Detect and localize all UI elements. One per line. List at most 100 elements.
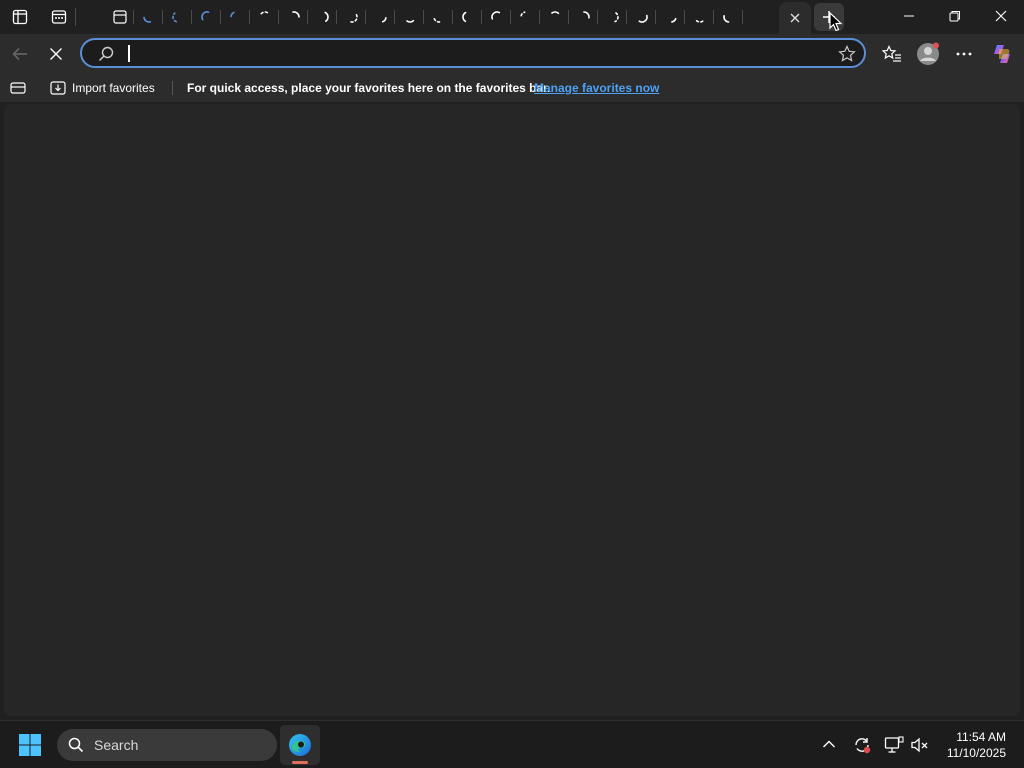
search-icon	[68, 737, 84, 753]
screen: Import favorites For quick access, place…	[0, 0, 1024, 768]
browser-tab[interactable]	[598, 3, 627, 31]
loading-spinner-icon	[461, 11, 466, 23]
address-input[interactable]	[126, 43, 830, 65]
loading-spinner-icon	[200, 11, 209, 21]
loading-spinner-icon	[323, 11, 329, 22]
close-icon	[50, 48, 62, 60]
favorites-button[interactable]	[876, 38, 908, 70]
speaker-muted-icon[interactable]	[910, 736, 930, 754]
browser-tab[interactable]	[163, 3, 192, 31]
browser-tab[interactable]	[424, 3, 453, 31]
tab-actions-icon	[12, 9, 28, 25]
minimize-icon	[904, 15, 914, 17]
browser-tab[interactable]	[453, 3, 482, 31]
browser-tab[interactable]	[511, 3, 540, 31]
windows-logo-icon	[19, 734, 41, 756]
browser-tab[interactable]	[134, 3, 163, 31]
loading-spinner-icon	[348, 13, 358, 23]
browser-tab[interactable]	[279, 3, 308, 31]
browser-tab[interactable]	[192, 3, 221, 31]
workspaces-icon	[51, 10, 67, 24]
minimize-button[interactable]	[886, 0, 932, 32]
system-clock[interactable]: 11:54 AM 11/10/2025	[947, 729, 1006, 761]
browser-tab[interactable]	[337, 3, 366, 31]
sync-icon[interactable]	[852, 735, 872, 755]
title-bar	[0, 0, 1024, 34]
workspaces-button[interactable]	[45, 4, 73, 30]
loading-spinner-icon	[637, 14, 648, 23]
mouse-cursor-icon	[829, 12, 843, 32]
search-icon	[98, 46, 114, 62]
profile-button[interactable]	[912, 38, 944, 70]
close-icon	[995, 10, 1007, 22]
text-caret	[128, 45, 130, 62]
tab-strip	[76, 0, 810, 34]
restore-button[interactable]	[932, 0, 978, 32]
browser-tab[interactable]	[366, 3, 395, 31]
browser-tab[interactable]	[540, 3, 569, 31]
browser-tab[interactable]	[656, 3, 685, 31]
loading-spinner-icon	[582, 11, 590, 19]
tab-actions-button[interactable]	[6, 4, 34, 30]
address-bar[interactable]	[80, 38, 866, 68]
loading-spinner-icon	[490, 11, 500, 20]
loading-spinner-icon	[405, 19, 414, 23]
loading-spinner-icon	[142, 16, 151, 23]
loading-spinner-icon	[381, 17, 387, 23]
more-icon	[956, 52, 972, 56]
loading-spinner-icon	[432, 15, 440, 23]
back-button[interactable]	[4, 38, 36, 70]
browser-tab[interactable]	[685, 3, 714, 31]
browser-tab[interactable]	[714, 3, 743, 31]
loading-spinner-icon	[291, 11, 300, 18]
active-tab[interactable]	[779, 2, 811, 34]
browser-tab[interactable]	[308, 3, 337, 31]
clock-time: 11:54 AM	[956, 730, 1006, 744]
running-indicator	[292, 761, 308, 764]
loading-spinner-icon	[229, 11, 235, 18]
network-icon[interactable]	[884, 736, 904, 754]
edge-browser-icon	[289, 734, 311, 756]
browser-tab[interactable]	[569, 3, 598, 31]
stop-loading-button[interactable]	[40, 38, 72, 70]
browser-tab[interactable]	[627, 3, 656, 31]
import-favorites-label: Import favorites	[72, 81, 155, 95]
loading-spinner-icon	[670, 17, 676, 23]
start-button[interactable]	[16, 731, 44, 759]
loading-spinner-icon	[695, 19, 704, 23]
favbar-separator	[172, 81, 173, 95]
taskbar-search-label: Search	[94, 737, 139, 753]
star-icon[interactable]	[838, 45, 856, 63]
browser-tab[interactable]	[482, 3, 511, 31]
manage-favorites-link[interactable]: Manage favorites now	[534, 81, 659, 95]
import-favorites-button[interactable]: Import favorites	[48, 76, 162, 100]
arrow-left-icon	[12, 47, 27, 61]
browser-tab[interactable]	[105, 3, 134, 31]
sidebar-toggle-icon[interactable]	[10, 82, 26, 94]
edge-browser-window: Import favorites For quick access, place…	[0, 0, 1024, 720]
favorites-bar-message: For quick access, place your favorites h…	[187, 81, 551, 95]
favorites-bar: Import favorites For quick access, place…	[0, 74, 1024, 102]
toolbar	[0, 34, 1024, 74]
loading-spinner-icon	[722, 14, 729, 23]
avatar-icon	[917, 42, 939, 65]
taskbar-edge-app[interactable]	[280, 725, 320, 765]
loading-spinner-icon	[613, 12, 619, 23]
chevron-up-icon[interactable]	[822, 739, 836, 749]
loading-spinner-icon	[519, 11, 526, 17]
browser-tab[interactable]	[395, 3, 424, 31]
restore-icon	[949, 11, 960, 22]
favorites-icon	[882, 45, 901, 62]
taskbar: Search 11:54 AM 11/10/2025	[0, 720, 1024, 768]
loading-spinner-icon	[259, 11, 268, 15]
loading-spinner-icon	[112, 10, 127, 24]
close-icon[interactable]	[789, 12, 801, 24]
settings-more-button[interactable]	[948, 38, 980, 70]
taskbar-search[interactable]: Search	[57, 729, 277, 761]
loading-spinner-icon	[550, 11, 559, 15]
browser-tab[interactable]	[221, 3, 250, 31]
loading-spinner-icon	[171, 12, 177, 23]
browser-tab[interactable]	[250, 3, 279, 31]
copilot-button[interactable]	[986, 38, 1018, 70]
close-window-button[interactable]	[978, 0, 1024, 32]
